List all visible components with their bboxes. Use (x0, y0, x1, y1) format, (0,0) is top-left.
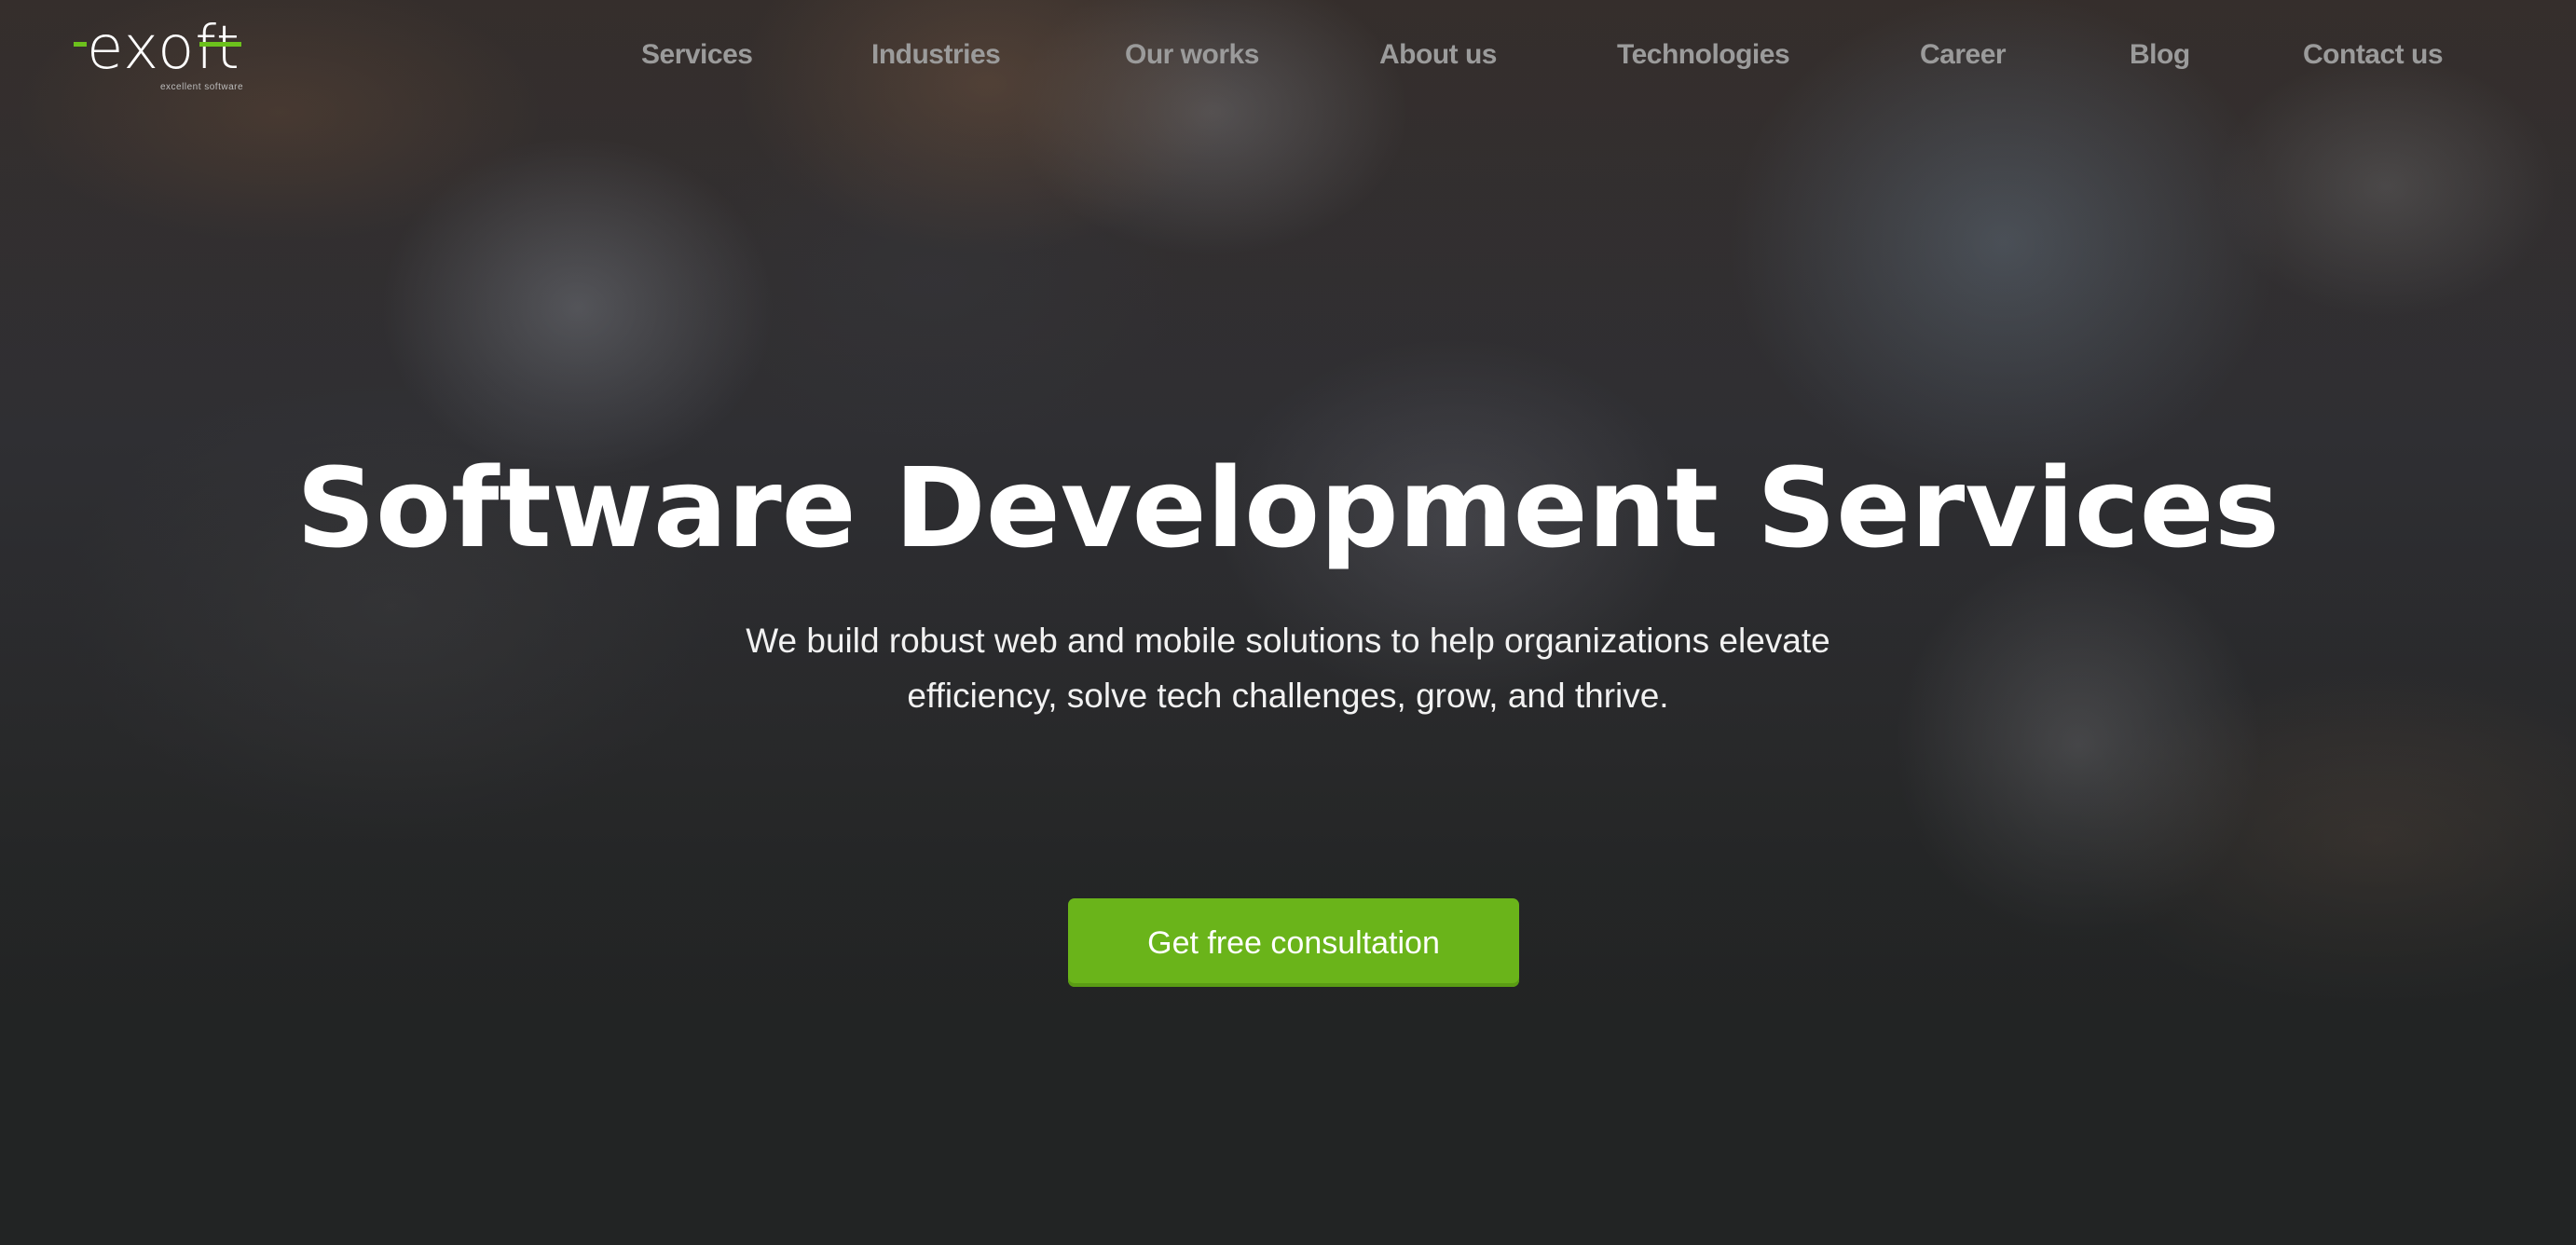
nav-item-industries[interactable]: Industries (871, 34, 1001, 75)
nav-item-about-us[interactable]: About us (1379, 34, 1497, 75)
hero-subtitle-line: efficiency, solve tech challenges, grow,… (907, 677, 1669, 715)
hero-title: Software Development Services (296, 444, 2280, 572)
nav-item-blog[interactable]: Blog (2130, 34, 2190, 75)
hero-subtitle-line: We build robust web and mobile solutions… (746, 622, 1830, 660)
nav-item-contact-us[interactable]: Contact us (2303, 34, 2444, 75)
logo-tagline: excellent software (160, 82, 244, 92)
main-nav: Services Industries Our works About us T… (0, 34, 2576, 75)
nav-item-technologies[interactable]: Technologies (1617, 34, 1790, 75)
get-free-consultation-button[interactable]: Get free consultation (1068, 898, 1519, 987)
nav-item-our-works[interactable]: Our works (1125, 34, 1259, 75)
hero-subtitle: We build robust web and mobile solutions… (0, 613, 2576, 723)
nav-item-services[interactable]: Services (641, 34, 753, 75)
nav-item-career[interactable]: Career (1920, 34, 2007, 75)
